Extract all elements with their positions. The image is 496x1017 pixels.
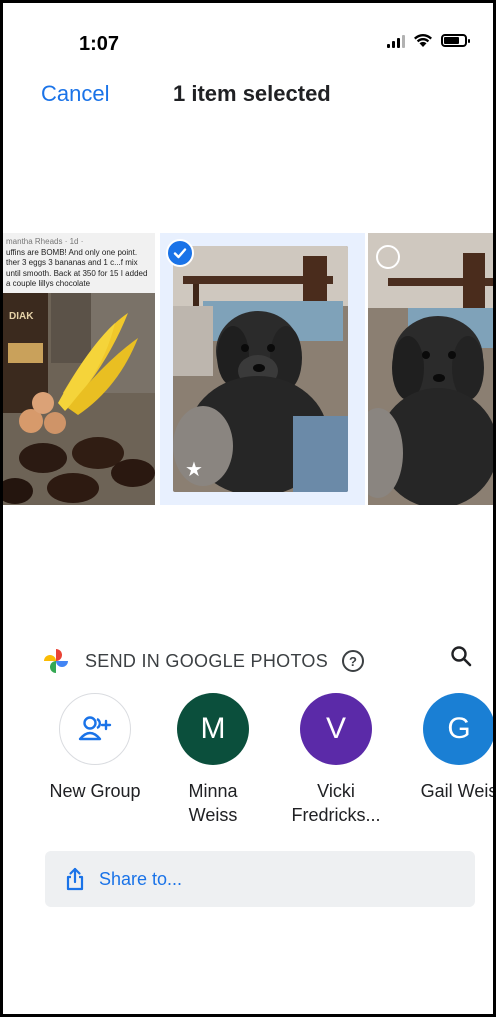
- wifi-icon: [414, 34, 432, 47]
- dog-photo-image: [173, 246, 348, 492]
- photo-caption: mantha Rheads · 1d · uffins are BOMB! An…: [3, 233, 155, 293]
- battery-icon: [441, 34, 470, 47]
- status-icons: [387, 33, 470, 48]
- send-section-header: SEND IN GOOGLE PHOTOS ?: [41, 646, 365, 676]
- contacts-row: New Group M Minna Weiss V Vicki Fredrick…: [3, 693, 493, 873]
- share-to-button[interactable]: Share to...: [45, 851, 475, 907]
- help-icon[interactable]: ?: [342, 650, 365, 672]
- contact-gail-weiss[interactable]: G Gail Weis: [399, 693, 493, 803]
- contact-name: Vicki Fredricks...: [291, 781, 381, 825]
- photo-thumbnail-dog-selected[interactable]: ★: [160, 233, 365, 505]
- contact-name: New Group: [49, 781, 141, 801]
- contact-new-group[interactable]: New Group: [35, 693, 155, 803]
- signal-icon: [387, 34, 405, 48]
- share-sheet-screen: 1:07 Cancel 1 item selected mantha Rhead…: [3, 3, 493, 1014]
- photo-brand-text: DIAK: [9, 311, 34, 322]
- status-time: 1:07: [79, 33, 120, 55]
- dog-photo-image-2: [368, 233, 493, 505]
- muffins-photo-image: DIAK: [3, 293, 155, 505]
- avatar: G: [423, 693, 493, 765]
- selected-photo-frame: ★: [173, 246, 348, 492]
- google-photos-icon: [44, 649, 68, 673]
- search-icon[interactable]: [449, 644, 473, 668]
- avatar: V: [300, 693, 372, 765]
- contact-minna-weiss[interactable]: M Minna Weiss: [153, 693, 273, 827]
- selected-check-icon[interactable]: [166, 239, 194, 267]
- unselected-circle-icon[interactable]: [376, 245, 400, 269]
- add-group-icon: [59, 693, 131, 765]
- avatar: M: [177, 693, 249, 765]
- share-icon: [66, 867, 84, 891]
- contact-name: Minna Weiss: [188, 781, 238, 825]
- photo-strip[interactable]: mantha Rheads · 1d · uffins are BOMB! An…: [3, 233, 493, 505]
- photo-thumbnail-dog[interactable]: [368, 233, 493, 505]
- contact-name: Gail Weis: [420, 781, 493, 801]
- page-title: 1 item selected: [173, 81, 331, 106]
- photo-thumbnail-muffins[interactable]: mantha Rheads · 1d · uffins are BOMB! An…: [3, 233, 155, 505]
- contact-vicki-fredricks[interactable]: V Vicki Fredricks...: [276, 693, 396, 827]
- send-label: SEND IN GOOGLE PHOTOS: [85, 650, 329, 671]
- cancel-button[interactable]: Cancel: [41, 81, 109, 107]
- share-label: Share to...: [99, 868, 183, 889]
- favorite-star-icon: ★: [185, 459, 203, 481]
